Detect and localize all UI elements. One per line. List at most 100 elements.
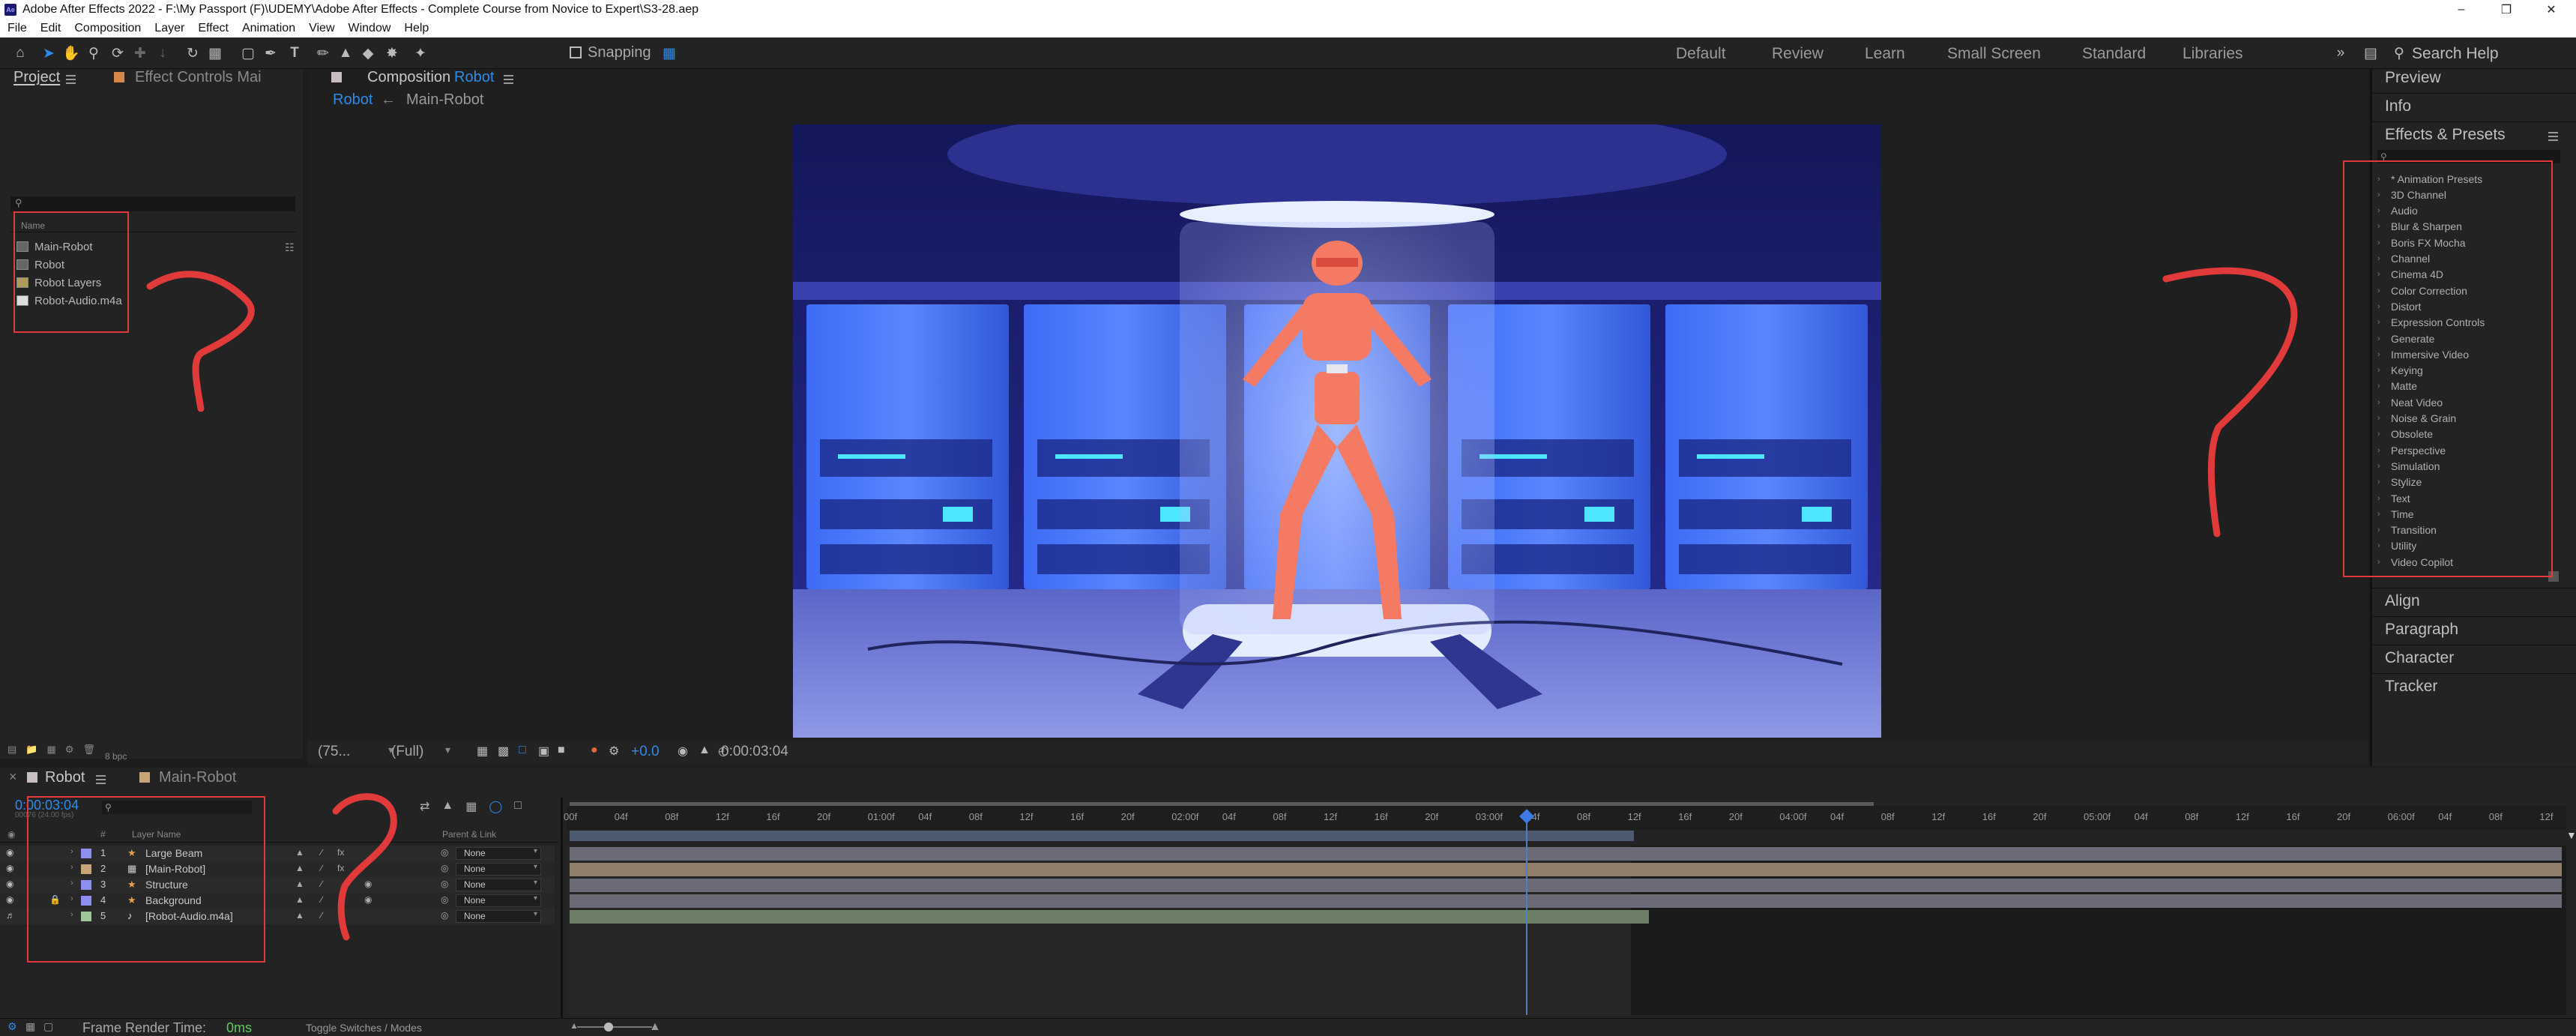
pick-whip-icon[interactable]: ◎ [441, 910, 448, 921]
comp-flowchart-icon[interactable]: ⇄ [420, 799, 429, 816]
tab-robot[interactable]: Robot [45, 769, 85, 786]
effects-panel-menu-icon[interactable] [2548, 132, 2558, 133]
menu-edit[interactable]: Edit [40, 22, 61, 35]
rotation-tool-icon[interactable]: ↻ [183, 44, 202, 62]
toggle-switches-modes-button[interactable]: Toggle Switches / Modes [306, 1022, 422, 1034]
rectangle-tool-icon[interactable]: ▢ [238, 44, 258, 62]
hand-tool-icon[interactable]: ✋ [61, 44, 81, 62]
pick-whip-icon[interactable]: ◎ [441, 863, 448, 873]
quality-switch-icon[interactable]: ∕ [321, 910, 322, 921]
quality-switch-icon[interactable]: ∕ [321, 879, 322, 889]
eraser-tool-icon[interactable]: ◆ [358, 44, 378, 62]
breadcrumb-robot[interactable]: Robot [333, 91, 372, 109]
snapping-options-icon[interactable]: ▦ [660, 44, 679, 62]
interpret-footage-icon[interactable]: ▤ [7, 744, 16, 757]
tab-main-robot[interactable]: Main-Robot [159, 769, 236, 786]
close-icon[interactable]: ✕ [2535, 0, 2568, 19]
selection-tool-icon[interactable]: ➤ [39, 44, 58, 62]
quality-switch-icon[interactable]: ∕ [321, 847, 322, 858]
effects-switch-icon[interactable]: fx [337, 863, 344, 873]
eye-icon[interactable]: ◉ [6, 879, 13, 889]
puppet-tool-icon[interactable]: ✦ [411, 44, 430, 62]
collapse-switch-icon[interactable]: ◉ [364, 879, 372, 889]
clone-stamp-tool-icon[interactable]: ▲ [336, 44, 355, 62]
shy-switch-icon[interactable]: ▲ [295, 863, 304, 873]
zoom-in-icon[interactable]: ▲ [649, 1020, 661, 1034]
workspace-learn[interactable]: Learn [1865, 45, 1905, 63]
quality-switch-icon[interactable]: ∕ [321, 863, 322, 873]
new-composition-icon[interactable]: ▦ [46, 744, 55, 757]
workspace-libraries[interactable]: Libraries [2183, 45, 2243, 63]
workspace-menu-icon[interactable]: ▤ [2361, 44, 2380, 62]
zoom-slider-handle[interactable] [604, 1023, 613, 1032]
workspace-small-screen[interactable]: Small Screen [1947, 45, 2041, 63]
expand-icon[interactable]: ▦ [25, 1020, 35, 1033]
parent-column-header[interactable]: Parent & Link [442, 829, 496, 840]
layer-duration-bar[interactable] [570, 910, 1649, 924]
exposure-reset-icon[interactable]: ⚙ [609, 744, 619, 759]
zoom-out-icon[interactable]: ▲ [570, 1020, 579, 1031]
zoom-tool-icon[interactable]: ⚲ [84, 44, 103, 62]
roto-brush-tool-icon[interactable]: ✸ [382, 44, 402, 62]
time-ruler[interactable] [567, 806, 2566, 830]
orbit-camera-icon[interactable]: ⟳ [108, 44, 127, 62]
trash-icon[interactable]: 🗑 [82, 744, 95, 757]
layer-duration-bar[interactable] [570, 879, 2562, 892]
workspace-default[interactable]: Default [1676, 45, 1726, 63]
fast-previews-icon[interactable]: ▦ [477, 744, 488, 759]
preview-panel-title[interactable]: Preview [2385, 69, 2441, 87]
current-time-indicator[interactable] [1526, 811, 1527, 1015]
breadcrumb-main-robot[interactable]: Main-Robot [406, 91, 483, 109]
type-tool-icon[interactable]: T [285, 44, 304, 62]
character-panel-title[interactable]: Character [2385, 649, 2454, 667]
align-panel-title[interactable]: Align [2385, 592, 2420, 610]
menu-composition[interactable]: Composition [74, 22, 141, 35]
composition-tab-label[interactable]: Composition [367, 69, 450, 86]
tracker-panel-title[interactable]: Tracker [2385, 678, 2437, 696]
resolution-dropdown[interactable]: (Full) [391, 744, 423, 760]
audio-icon[interactable]: ♬ [6, 910, 15, 921]
composition-tab-name[interactable]: Robot [454, 69, 494, 86]
composition-panel-menu-icon[interactable] [504, 75, 513, 76]
flowchart-icon[interactable]: ☷ [285, 241, 295, 254]
menu-help[interactable]: Help [404, 22, 429, 35]
shy-switch-icon[interactable]: ▲ [295, 879, 304, 889]
zoom-marker-icon[interactable]: ▼ [2566, 829, 2576, 843]
adjust-settings-icon[interactable]: ⚙ [65, 744, 74, 757]
shy-switch-icon[interactable]: ▲ [295, 894, 304, 905]
color-management-icon[interactable]: ● [591, 744, 598, 757]
pick-whip-icon[interactable]: ◎ [441, 894, 448, 905]
layer-duration-bar[interactable] [570, 863, 2562, 876]
layer-duration-bar[interactable] [570, 847, 2562, 861]
eye-icon[interactable]: ◉ [6, 863, 13, 873]
pan-behind-tool-icon[interactable]: ▦ [205, 44, 225, 62]
menu-layer[interactable]: Layer [154, 22, 184, 35]
parent-dropdown[interactable]: None [456, 910, 541, 923]
region-of-interest-icon[interactable]: ▣ [538, 744, 549, 759]
layer-duration-bar[interactable] [570, 894, 2562, 908]
exposure-value[interactable]: +0.0 [631, 744, 660, 760]
eye-icon[interactable]: ◉ [6, 894, 13, 905]
info-panel-title[interactable]: Info [2385, 97, 2411, 115]
zoom-slider[interactable] [577, 1026, 652, 1028]
snapshot-icon[interactable]: ◉ [678, 744, 688, 759]
shy-switch-icon[interactable]: ▲ [295, 847, 304, 858]
tab-effect-controls[interactable]: Effect Controls Mai [135, 69, 262, 86]
channel-icon[interactable]: ■ [558, 744, 565, 757]
brush-tool-icon[interactable]: ✏ [313, 44, 333, 62]
workspace-review[interactable]: Review [1772, 45, 1824, 63]
minimize-icon[interactable]: – [2445, 0, 2478, 19]
parent-dropdown[interactable]: None [456, 863, 541, 876]
effects-switch-icon[interactable]: fx [337, 847, 344, 858]
eye-icon[interactable]: ◉ [6, 847, 13, 858]
transfer-controls-icon[interactable]: ▢ [43, 1020, 53, 1033]
graph-editor-icon[interactable]: □ [514, 799, 522, 816]
mask-visibility-icon[interactable]: □ [519, 744, 526, 757]
project-panel-menu-icon[interactable] [66, 75, 76, 76]
menu-effect[interactable]: Effect [198, 22, 229, 35]
new-folder-icon[interactable]: 📁 [25, 744, 37, 757]
menu-window[interactable]: Window [349, 22, 391, 35]
workspace-standard[interactable]: Standard [2082, 45, 2146, 63]
paragraph-panel-title[interactable]: Paragraph [2385, 621, 2458, 639]
tab-project[interactable]: Project [13, 69, 60, 86]
